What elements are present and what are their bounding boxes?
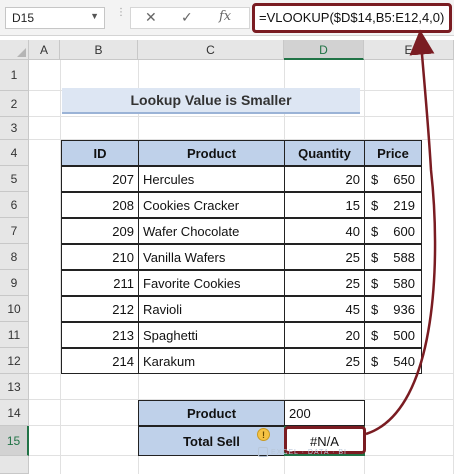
row-header-8[interactable]: 8 (0, 244, 29, 270)
cell-id[interactable]: 208 (61, 192, 139, 218)
row-header-11[interactable]: 11 (0, 322, 29, 348)
currency-symbol: $ (371, 198, 379, 213)
name-box-value: D15 (12, 11, 35, 25)
chevron-down-icon[interactable]: ▼ (90, 11, 99, 21)
currency-symbol: $ (371, 224, 379, 239)
currency-symbol: $ (371, 276, 379, 291)
cell-price[interactable]: $500 (364, 322, 422, 348)
watermark-text: EXCEL · DATA · BI (271, 448, 347, 456)
header-quantity[interactable]: Quantity (284, 140, 365, 166)
row-header-6[interactable]: 6 (0, 192, 29, 218)
price-value: 588 (393, 250, 415, 265)
currency-symbol: $ (371, 302, 379, 317)
cancel-icon[interactable]: ✕ (145, 9, 157, 26)
cell-quantity[interactable]: 20 (284, 166, 365, 192)
header-id[interactable]: ID (61, 140, 139, 166)
cell-product[interactable]: Vanilla Wafers (138, 244, 285, 270)
cell-price[interactable]: $936 (364, 296, 422, 322)
row-header-15[interactable]: 15 (0, 426, 29, 456)
cell-quantity[interactable]: 45 (284, 296, 365, 322)
formula-input[interactable]: =VLOOKUP($D$14,B5:E12,4,0) (252, 3, 452, 33)
cell-product[interactable]: Hercules (138, 166, 285, 192)
row-header-9[interactable]: 9 (0, 270, 29, 296)
sheet-title[interactable]: Lookup Value is Smaller (62, 88, 360, 114)
cell-id[interactable]: 213 (61, 322, 139, 348)
row-header-7[interactable]: 7 (0, 218, 29, 244)
lookup-product-label[interactable]: Product (138, 400, 285, 426)
watermark: EXCEL · DATA · BI (258, 447, 347, 457)
lookup-product-value[interactable]: 200 (284, 400, 365, 426)
row-header-14[interactable]: 14 (0, 400, 29, 426)
price-value: 219 (393, 198, 415, 213)
cell-quantity[interactable]: 25 (284, 244, 365, 270)
cell-id[interactable]: 210 (61, 244, 139, 270)
cell-product[interactable]: Favorite Cookies (138, 270, 285, 296)
row-header-16 (0, 456, 29, 474)
row-header-1[interactable]: 1 (0, 60, 29, 91)
enter-icon[interactable]: ✓ (181, 9, 193, 26)
cell-quantity[interactable]: 20 (284, 322, 365, 348)
header-product[interactable]: Product (138, 140, 285, 166)
formula-buttons: ✕ ✓ fx (130, 7, 250, 29)
gridline (29, 116, 454, 117)
cell-quantity[interactable]: 25 (284, 270, 365, 296)
cell-product[interactable]: Spaghetti (138, 322, 285, 348)
row-header-12[interactable]: 12 (0, 348, 29, 374)
row-header-5[interactable]: 5 (0, 166, 29, 192)
price-value: 580 (393, 276, 415, 291)
column-header-b[interactable]: B (60, 40, 138, 60)
formula-bar-area: D15 ▼ ⋮ ✕ ✓ fx =VLOOKUP($D$14,B5:E12,4,0… (0, 0, 454, 36)
price-value: 650 (393, 172, 415, 187)
price-value: 600 (393, 224, 415, 239)
logo-icon (258, 447, 268, 457)
cell-price[interactable]: $540 (364, 348, 422, 374)
cell-price[interactable]: $650 (364, 166, 422, 192)
row-header-13[interactable]: 13 (0, 374, 29, 400)
column-header-a[interactable]: A (29, 40, 60, 60)
cell-product[interactable]: Wafer Chocolate (138, 218, 285, 244)
cell-price[interactable]: $580 (364, 270, 422, 296)
cell-id[interactable]: 207 (61, 166, 139, 192)
cell-id[interactable]: 212 (61, 296, 139, 322)
cell-product[interactable]: Ravioli (138, 296, 285, 322)
cell-product[interactable]: Karakum (138, 348, 285, 374)
currency-symbol: $ (371, 172, 379, 187)
cell-quantity[interactable]: 25 (284, 348, 365, 374)
column-header-e[interactable]: E (364, 40, 454, 60)
name-box[interactable]: D15 ▼ (5, 7, 105, 29)
cell-price[interactable]: $219 (364, 192, 422, 218)
error-warning-icon[interactable]: ! (257, 428, 270, 441)
row-header-4[interactable]: 4 (0, 140, 29, 166)
drag-handle[interactable]: ⋮ (116, 8, 126, 26)
cell-price[interactable]: $600 (364, 218, 422, 244)
currency-symbol: $ (371, 354, 379, 369)
column-header-c[interactable]: C (138, 40, 284, 60)
price-value: 936 (393, 302, 415, 317)
row-header-10[interactable]: 10 (0, 296, 29, 322)
header-price[interactable]: Price (364, 140, 422, 166)
cell-quantity[interactable]: 15 (284, 192, 365, 218)
cell-id[interactable]: 209 (61, 218, 139, 244)
currency-symbol: $ (371, 250, 379, 265)
cell-price[interactable]: $588 (364, 244, 422, 270)
row-header-2[interactable]: 2 (0, 91, 29, 117)
currency-symbol: $ (371, 328, 379, 343)
cell-quantity[interactable]: 40 (284, 218, 365, 244)
insert-function-icon[interactable]: fx (219, 9, 231, 24)
cell-id[interactable]: 214 (61, 348, 139, 374)
price-value: 500 (393, 328, 415, 343)
select-all-corner[interactable] (0, 40, 29, 60)
price-value: 540 (393, 354, 415, 369)
cell-product[interactable]: Cookies Cracker (138, 192, 285, 218)
row-header-3[interactable]: 3 (0, 117, 29, 140)
cell-id[interactable]: 211 (61, 270, 139, 296)
column-header-d[interactable]: D (284, 40, 364, 60)
